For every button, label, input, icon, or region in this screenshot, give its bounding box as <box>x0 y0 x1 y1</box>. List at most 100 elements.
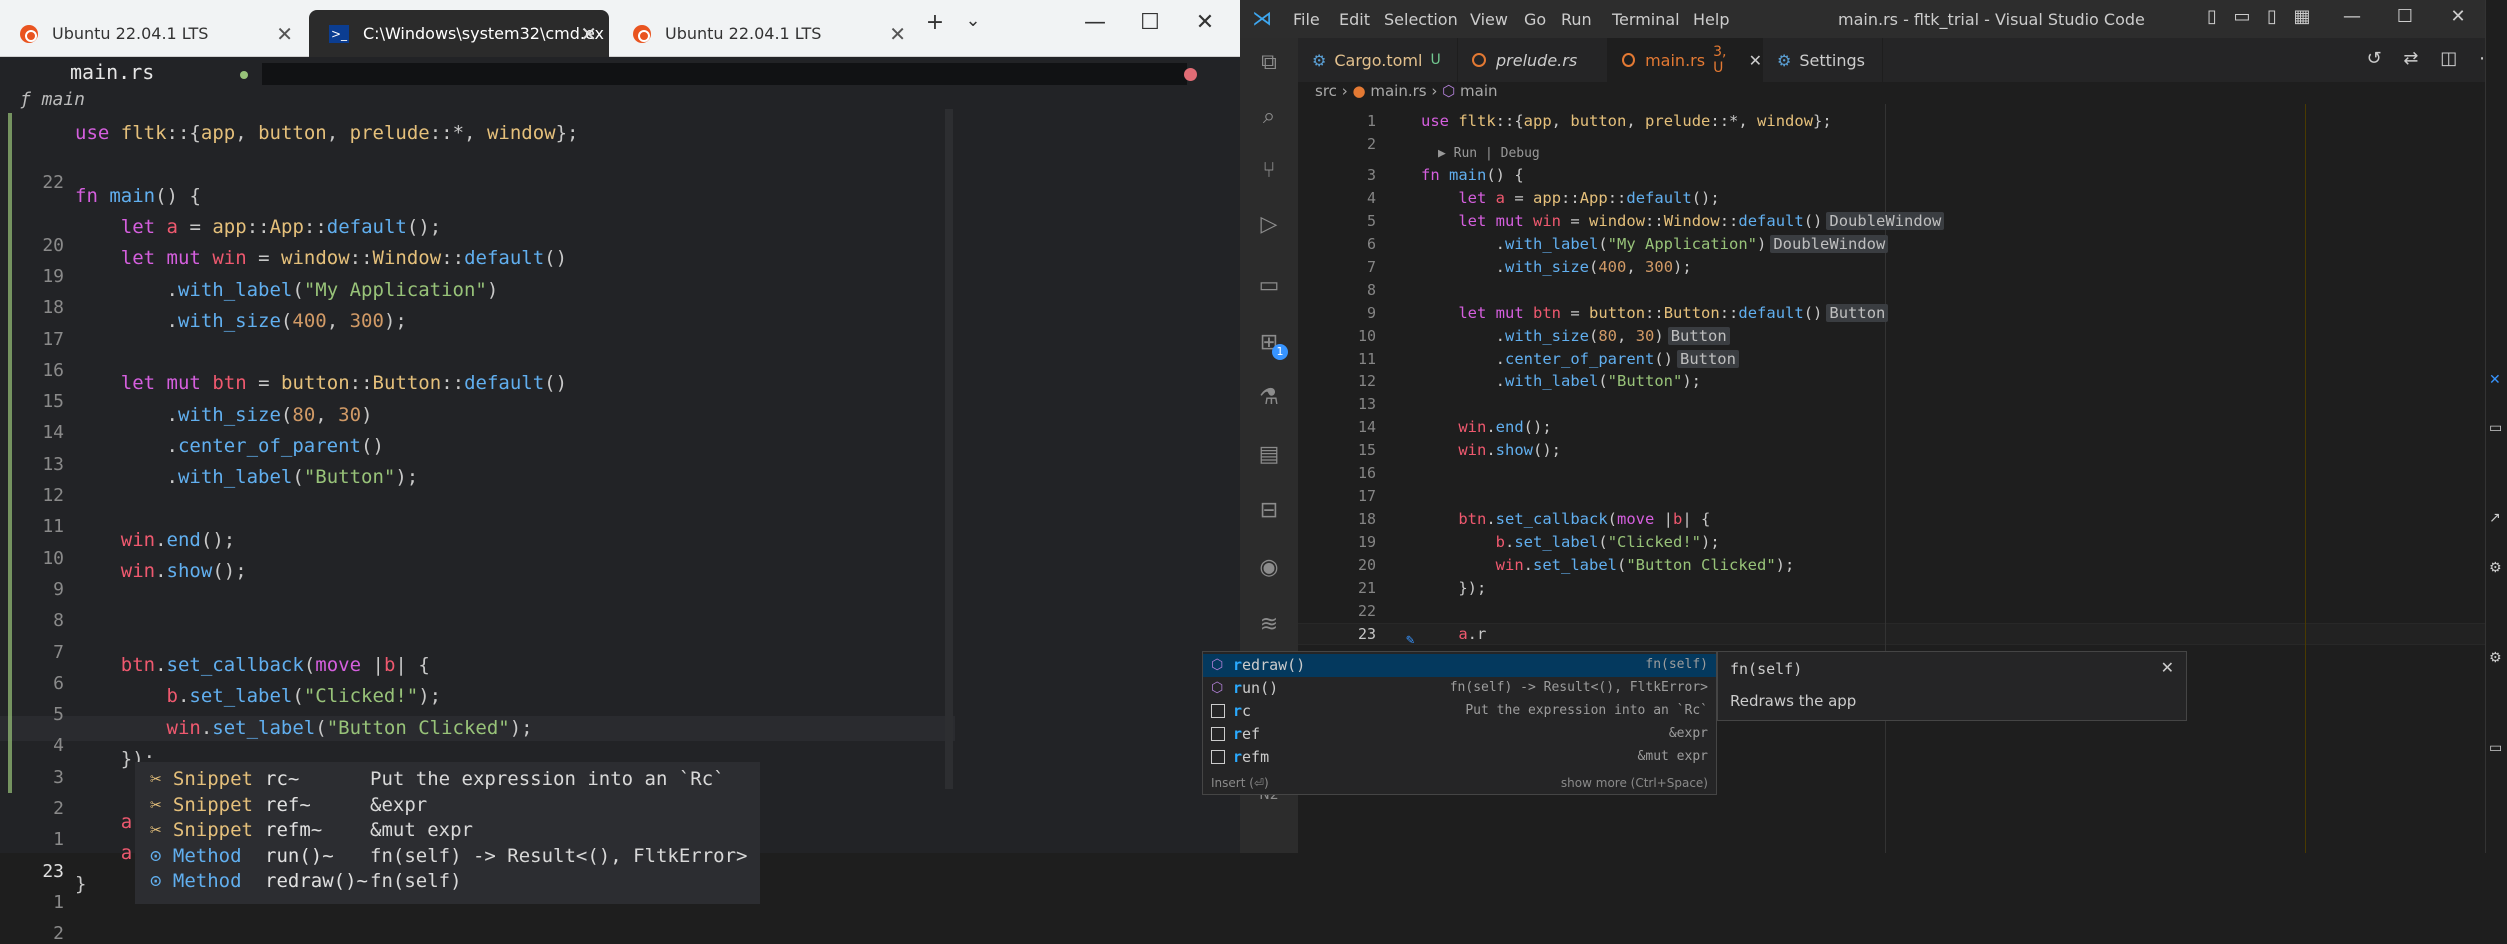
code-line[interactable]: let mut win = window::Window::default() <box>75 247 567 269</box>
nvim-tab-main-rs[interactable]: main.rs <box>70 60 154 84</box>
maximize-button[interactable]: ☐ <box>2393 6 2417 27</box>
gear-icon[interactable]: ⚙ <box>2489 650 2505 666</box>
split-editor-icon[interactable]: ◫ <box>2440 48 2457 69</box>
code-line[interactable]: win.show(); <box>1421 441 1561 459</box>
code-line[interactable]: win.show(); <box>75 560 247 582</box>
code-line[interactable]: let mut btn = button::Button::default() B… <box>1421 303 1889 322</box>
minimize-button[interactable]: — <box>2340 6 2364 27</box>
close-icon[interactable]: ✕ <box>2161 658 2174 677</box>
arrow-icon[interactable]: ↗ <box>2489 510 2505 526</box>
menu-edit[interactable]: Edit <box>1339 10 1370 29</box>
testing-icon[interactable]: ⚗ <box>1254 383 1284 413</box>
suggest-item[interactable]: ⬡ redraw() fn(self) <box>1203 654 1716 677</box>
breadcrumb-folder[interactable]: src <box>1315 82 1337 100</box>
code-line[interactable]: let mut win = window::Window::default() D… <box>1421 211 1945 230</box>
git-graph-icon[interactable]: ◉ <box>1254 553 1284 583</box>
code-line[interactable]: .with_label("My Application") <box>75 279 499 301</box>
tab-prelude-rs[interactable]: prelude.rs <box>1458 38 1608 82</box>
code-line[interactable]: win.set_label("Button Clicked"); <box>75 717 533 739</box>
tab-settings[interactable]: ⚙ Settings <box>1763 38 1883 82</box>
timeline-icon[interactable]: ↺ <box>2367 48 2382 69</box>
code-line[interactable]: let a = app::App::default(); <box>1421 189 1719 207</box>
suggest-item[interactable]: ref &expr <box>1203 723 1716 746</box>
menu-file[interactable]: File <box>1293 10 1320 29</box>
suggest-widget[interactable]: ⬡ redraw() fn(self) ⬡ run() fn(self) -> Resul… <box>1202 651 1717 795</box>
suggest-item[interactable]: ⬡ run() fn(self) -> Result<(), FltkError> <box>1203 677 1716 700</box>
code-line[interactable]: } <box>75 873 86 895</box>
run-debug-icon[interactable]: ▷ <box>1254 210 1284 240</box>
code-line[interactable]: .with_label("Button"); <box>1421 372 1701 390</box>
menu-help[interactable]: Help <box>1693 10 1729 29</box>
toggle-panel-icon[interactable]: ▭ <box>2230 6 2254 27</box>
chevron-down-icon[interactable]: ⌄ <box>958 10 988 31</box>
completion-item[interactable]: ⊙ Method redraw()~ fn(self) <box>135 870 760 895</box>
source-control-icon[interactable]: ⑂ <box>1254 156 1284 186</box>
completion-item[interactable]: ✂ Snippet ref~ &expr <box>135 794 760 819</box>
code-line[interactable]: .with_label("My Application") DoubleWindo… <box>1421 234 1889 253</box>
search-icon[interactable]: ⌕ <box>1254 102 1284 132</box>
close-icon[interactable]: ✕ <box>2489 372 2505 388</box>
minimize-button[interactable]: — <box>1080 10 1110 35</box>
breadcrumb-symbol[interactable]: main <box>1460 82 1497 100</box>
menu-selection[interactable]: Selection <box>1384 10 1458 29</box>
show-more-link[interactable]: show more (Ctrl+Space) <box>1561 776 1708 790</box>
menu-run[interactable]: Run <box>1561 10 1592 29</box>
tab-main-rs[interactable]: main.rs 3, U ✕ <box>1608 38 1763 82</box>
close-window-button[interactable]: ✕ <box>2446 6 2470 27</box>
maximize-button[interactable]: ☐ <box>1135 10 1165 35</box>
notebook-icon[interactable]: ▤ <box>1254 440 1284 470</box>
code-line[interactable]: a.r <box>1421 625 1486 643</box>
code-line[interactable]: .with_size(400, 300); <box>1421 258 1692 276</box>
close-icon[interactable]: ✕ <box>580 22 597 46</box>
close-icon[interactable]: ✕ <box>889 22 906 46</box>
code-line[interactable]: win.end(); <box>1421 418 1551 436</box>
code-line[interactable]: fn main() { <box>75 185 201 207</box>
terminal-tab-cmd[interactable]: >_ C:\Windows\system32\cmd.ex ✕ <box>309 10 609 57</box>
completion-popup[interactable]: ✂ Snippet rc~ Put the expression into an `… <box>135 762 760 904</box>
scrollbar[interactable] <box>945 109 953 789</box>
completion-item[interactable]: ✂ Snippet rc~ Put the expression into an `… <box>135 768 760 793</box>
code-line[interactable]: .with_size(80, 30) Button <box>1421 326 1730 345</box>
suggest-item[interactable]: rc Put the expression into an `Rc` <box>1203 700 1716 723</box>
code-line[interactable]: b.set_label("Clicked!"); <box>1421 533 1720 551</box>
code-line[interactable]: .with_size(400, 300); <box>75 310 407 332</box>
code-line[interactable]: .center_of_parent() <box>75 435 384 457</box>
terminal-tab-ubuntu-1[interactable]: Ubuntu 22.04.1 LTS ✕ <box>0 10 305 57</box>
code-line[interactable]: win.end(); <box>75 529 235 551</box>
tab-cargo-toml[interactable]: ⚙ Cargo.toml U <box>1298 38 1458 82</box>
remote-explorer-icon[interactable]: ▭ <box>1254 271 1284 301</box>
compare-icon[interactable]: ⇄ <box>2403 48 2418 69</box>
breadcrumb-file[interactable]: main.rs <box>1370 82 1426 100</box>
customize-layout-icon[interactable]: ▦ <box>2290 6 2314 27</box>
code-line[interactable]: btn.set_callback(move |b| { <box>75 654 430 676</box>
code-line[interactable]: .center_of_parent() Button <box>1421 349 1739 368</box>
code-line[interactable]: .with_size(80, 30) <box>75 404 373 426</box>
menu-go[interactable]: Go <box>1524 10 1546 29</box>
new-tab-button[interactable]: + <box>920 10 950 35</box>
dependencies-icon[interactable]: ⊟ <box>1254 496 1284 526</box>
code-line[interactable]: }); <box>1421 579 1486 597</box>
code-line[interactable]: win.set_label("Button Clicked"); <box>1421 556 1795 574</box>
menu-view[interactable]: View <box>1470 10 1508 29</box>
panel-icon[interactable]: ▭ <box>2489 420 2505 436</box>
menu-terminal[interactable]: Terminal <box>1612 10 1680 29</box>
close-icon[interactable]: ✕ <box>276 22 293 46</box>
code-line[interactable]: use fltk::{app, button, prelude::*, wind… <box>75 122 578 144</box>
toggle-secondary-sidebar-icon[interactable]: ▯ <box>2260 6 2284 27</box>
suggest-item[interactable]: refm &mut expr <box>1203 746 1716 769</box>
panel-icon[interactable]: ▭ <box>2489 740 2505 756</box>
terminal-tab-ubuntu-2[interactable]: Ubuntu 22.04.1 LTS ✕ <box>613 10 918 57</box>
code-line[interactable]: let a = app::App::default(); <box>75 216 441 238</box>
close-window-button[interactable]: ✕ <box>1190 10 1220 35</box>
code-line[interactable]: let mut btn = button::Button::default() <box>75 372 567 394</box>
neovim-editor[interactable]: main.rs ƒ main 22 20 19 18 17 16 15 14 13 12 11 10 9… <box>0 57 1240 944</box>
code-line[interactable]: fn main() { <box>1421 166 1524 184</box>
close-icon[interactable]: ✕ <box>1749 51 1762 70</box>
code-line[interactable]: b.set_label("Clicked!"); <box>75 685 442 707</box>
gear-icon[interactable]: ⚙ <box>2489 560 2505 576</box>
code-line[interactable]: use fltk::{app, button, prelude::*, wind… <box>1421 112 1832 130</box>
code-line[interactable]: btn.set_callback(move |b| { <box>1421 510 1710 528</box>
extensions-icon[interactable]: ⊞ <box>1254 328 1288 360</box>
explorer-icon[interactable]: ⧉ <box>1254 48 1284 78</box>
run-debug-codelens[interactable]: ▶ Run | Debug <box>1438 146 1540 161</box>
